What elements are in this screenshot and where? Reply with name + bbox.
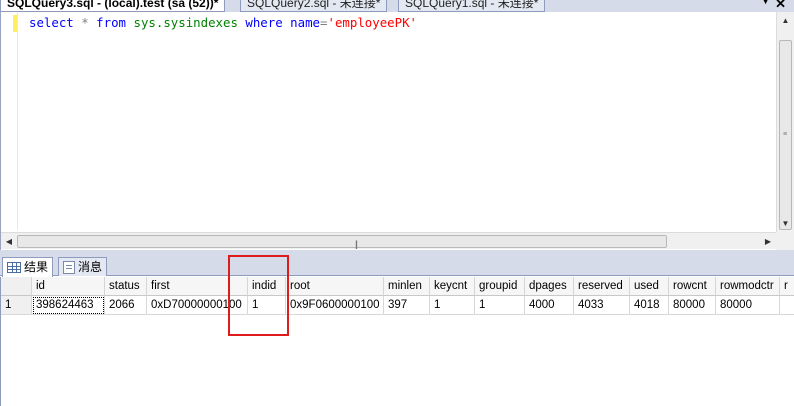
query-editor[interactable]: select * from sys.sysindexes where name=… — [0, 12, 794, 250]
cell-minlen[interactable]: 397 — [384, 296, 430, 315]
scroll-up-icon[interactable]: ▲ — [777, 12, 794, 29]
document-tab-strip: SQLQuery3.sql - (local).test (sa (52))* … — [0, 0, 794, 12]
code-line[interactable]: select * from sys.sysindexes where name=… — [29, 15, 417, 30]
tab-sqlquery2[interactable]: SQLQuery2.sql - 未连接* — [240, 0, 388, 12]
column-header-indid[interactable]: indid — [248, 277, 286, 296]
keyword-from: from — [96, 15, 127, 30]
cell-reserved[interactable]: 4033 — [574, 296, 630, 315]
cell-rowcnt[interactable]: 80000 — [669, 296, 716, 315]
horizontal-scroll-thumb[interactable]: ||| — [17, 235, 667, 249]
scroll-down-icon[interactable]: ▼ — [777, 215, 794, 232]
grid-icon — [7, 262, 21, 274]
column-header-id[interactable]: id — [32, 277, 105, 296]
keyword-select: select — [29, 15, 74, 30]
column-header-root[interactable]: root — [286, 277, 384, 296]
column-header-minlen[interactable]: minlen — [384, 277, 430, 296]
tab-results[interactable]: 结果 — [2, 257, 54, 277]
column-header-rowmodctr[interactable]: rowmodctr — [716, 277, 780, 296]
cell-status[interactable]: 2066 — [105, 296, 147, 315]
operator-star: * — [81, 15, 89, 30]
horizontal-scrollbar[interactable]: ◀ ||| ▶ — [1, 232, 776, 249]
object-name: sys.sysindexes — [133, 15, 238, 30]
results-grid[interactable]: id status first indid root minlen keycnt… — [0, 277, 794, 406]
editor-gutter — [17, 12, 18, 230]
grip-icon: ||| — [355, 239, 358, 249]
cell-rowmodctr[interactable]: 80000 — [716, 296, 780, 315]
tab-sqlquery1[interactable]: SQLQuery1.sql - 未连接* — [398, 0, 546, 12]
cell-r[interactable] — [780, 296, 794, 315]
column-header-keycnt[interactable]: keycnt — [430, 277, 475, 296]
vertical-scrollbar[interactable]: ▲ ≡ ▼ — [776, 12, 794, 232]
grip-icon: ≡ — [783, 131, 788, 138]
chevron-down-icon[interactable]: ▼ — [761, 0, 770, 6]
cell-keycnt[interactable]: 1 — [430, 296, 475, 315]
tab-messages[interactable]: 消息 — [58, 257, 108, 276]
scroll-left-icon[interactable]: ◀ — [1, 233, 17, 250]
column-header-rowcnt[interactable]: rowcnt — [669, 277, 716, 296]
keyword-where: where — [245, 15, 283, 30]
column-name: name — [290, 15, 321, 30]
row-number[interactable]: 1 — [1, 296, 32, 315]
string-literal: 'employeePK' — [327, 15, 418, 30]
column-header-groupid[interactable]: groupid — [475, 277, 525, 296]
column-header-dpages[interactable]: dpages — [525, 277, 574, 296]
close-icon[interactable]: ✕ — [775, 0, 786, 12]
cell-used[interactable]: 4018 — [630, 296, 669, 315]
cell-root[interactable]: 0x9F0600000100 — [286, 296, 384, 315]
message-icon — [63, 261, 75, 275]
column-header-first[interactable]: first — [147, 277, 248, 296]
tab-results-label: 结果 — [24, 260, 49, 274]
tab-sqlquery3[interactable]: SQLQuery3.sql - (local).test (sa (52))* — [0, 0, 226, 12]
scroll-right-icon[interactable]: ▶ — [760, 233, 776, 250]
column-header-status[interactable]: status — [105, 277, 147, 296]
cell-groupid[interactable]: 1 — [475, 296, 525, 315]
cell-indid[interactable]: 1 — [248, 296, 286, 315]
scrollbar-corner — [776, 232, 794, 250]
result-tab-bar: 结果 消息 — [0, 256, 794, 277]
vertical-scroll-thumb[interactable]: ≡ — [779, 40, 792, 230]
row-header-corner — [1, 277, 32, 296]
tab-messages-label: 消息 — [78, 260, 103, 274]
cell-first[interactable]: 0xD70000000100 — [147, 296, 248, 315]
column-header-reserved[interactable]: reserved — [574, 277, 630, 296]
column-header-used[interactable]: used — [630, 277, 669, 296]
column-header-r[interactable]: r — [780, 277, 794, 296]
cell-id[interactable]: 398624463 — [32, 296, 105, 315]
cell-dpages[interactable]: 4000 — [525, 296, 574, 315]
